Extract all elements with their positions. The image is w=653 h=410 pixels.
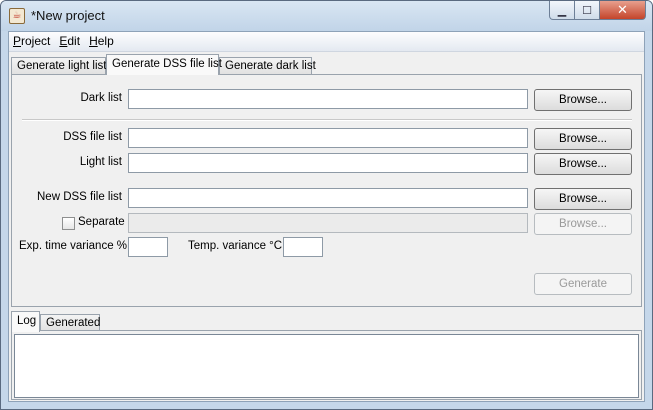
minimize-icon: ▁ [557,3,567,17]
menu-project-mnemonic: P [13,34,22,48]
separate-label: Separate [78,216,125,228]
exp-time-variance-label: Exp. time variance % [19,240,128,252]
maximize-icon: ☐ [582,3,592,17]
temp-variance-input[interactable] [283,237,323,257]
close-icon: ✕ [617,2,628,18]
dark-list-input[interactable] [128,89,528,109]
tab-generate-light-list[interactable]: Generate light list [11,57,107,74]
menu-edit[interactable]: Edit [55,32,85,51]
title-bar[interactable]: ☕ *New project ▁ ☐ ✕ [1,1,652,31]
menu-project-label: roject [21,34,51,48]
generate-button[interactable]: Generate [534,273,632,295]
app-window: ☕ *New project ▁ ☐ ✕ Project Edit Help G… [0,0,653,410]
new-dss-file-list-label: New DSS file list [37,191,122,203]
light-list-browse-button[interactable]: Browse... [534,153,632,175]
menu-help-mnemonic: H [89,34,98,48]
light-list-input[interactable] [128,153,528,173]
tab-generate-dss-file-list[interactable]: Generate DSS file list [106,54,222,75]
dss-file-list-panel: Dark list Browse... DSS file list Browse… [11,74,642,307]
dark-list-label: Dark list [80,92,122,104]
menu-bar: Project Edit Help [9,32,644,52]
menu-edit-label: dit [67,34,81,48]
window-controls: ▁ ☐ ✕ [549,1,646,20]
maximize-button[interactable]: ☐ [575,1,600,20]
minimize-button[interactable]: ▁ [549,1,575,20]
client-area: Project Edit Help Generate light list Ge… [8,31,645,402]
tab-generate-dark-list[interactable]: Generate dark list [219,57,316,74]
java-app-icon: ☕ [9,8,25,24]
log-textarea[interactable] [14,334,639,398]
dss-file-list-input[interactable] [128,128,528,148]
new-dss-file-list-input[interactable] [128,188,528,208]
menu-help-label: elp [97,34,114,48]
separate-path-input[interactable] [128,213,528,233]
new-dss-file-list-browse-button[interactable]: Browse... [534,188,632,210]
dss-file-list-label: DSS file list [63,131,122,143]
close-button[interactable]: ✕ [600,1,646,20]
menu-project[interactable]: Project [9,32,55,51]
separate-browse-button[interactable]: Browse... [534,213,632,235]
dss-file-list-browse-button[interactable]: Browse... [534,128,632,150]
menu-help[interactable]: Help [85,32,119,51]
light-list-label: Light list [79,156,122,168]
separate-checkbox[interactable] [62,217,75,230]
separator [22,119,632,121]
temp-variance-label: Temp. variance °C [188,240,283,252]
window-title: *New project [31,8,105,23]
tab-log[interactable]: Log [11,311,40,332]
dark-list-browse-button[interactable]: Browse... [534,89,632,111]
log-panel [11,330,642,400]
exp-time-variance-input[interactable] [128,237,168,257]
tab-generated[interactable]: Generated [40,314,100,331]
